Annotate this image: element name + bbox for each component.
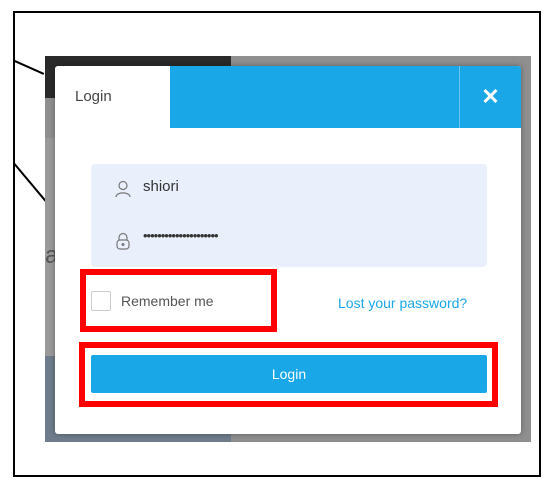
credentials-fields: shiori ••••••••••••••••••••• xyxy=(91,164,487,267)
username-value: shiori xyxy=(143,178,179,195)
lost-password-link[interactable]: Lost your password? xyxy=(338,295,467,311)
lock-icon xyxy=(116,232,130,250)
modal-header: Login ✕ xyxy=(55,66,521,128)
close-icon: ✕ xyxy=(481,84,500,109)
username-field[interactable]: shiori xyxy=(91,164,487,214)
highlight-login-button xyxy=(79,342,498,407)
highlight-remember xyxy=(80,269,277,332)
password-value: ••••••••••••••••••••• xyxy=(143,228,219,243)
user-icon xyxy=(115,180,131,198)
close-button[interactable]: ✕ xyxy=(459,66,521,128)
password-field[interactable]: ••••••••••••••••••••• xyxy=(91,216,487,266)
tab-login[interactable]: Login xyxy=(55,66,170,128)
